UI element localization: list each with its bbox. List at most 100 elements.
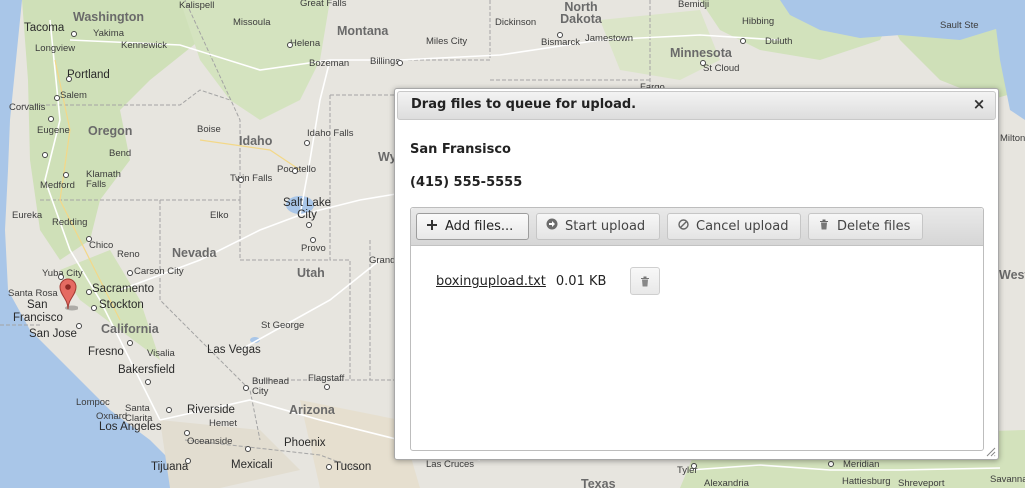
- city-label: Idaho Falls: [307, 128, 354, 139]
- cancel-upload-button[interactable]: Cancel upload: [667, 213, 801, 240]
- city-label: Yakima: [93, 28, 124, 39]
- city-label: Bakersfield: [118, 364, 175, 376]
- city-dot: [166, 407, 172, 413]
- state-label-minnesota: Minnesota: [670, 46, 732, 60]
- city-dot: [700, 60, 706, 66]
- city-label: Jamestown: [585, 33, 634, 44]
- city-dot: [287, 42, 293, 48]
- city-dot: [66, 76, 72, 82]
- city-label: Bullhead City: [252, 376, 289, 397]
- city-label: St Cloud: [703, 63, 740, 74]
- city-label: Milton: [1000, 133, 1025, 144]
- city-dot: [828, 461, 834, 467]
- city-dot: [304, 140, 310, 146]
- city-label: Portland: [67, 69, 110, 81]
- city-dot: [238, 177, 244, 183]
- delete-files-label: Delete files: [837, 219, 911, 234]
- city-dot: [76, 323, 82, 329]
- city-dot: [127, 340, 133, 346]
- city-dot: [71, 31, 77, 37]
- city-label: Twin Falls: [230, 173, 273, 184]
- start-upload-button[interactable]: Start upload: [536, 213, 660, 240]
- state-label-texas: Texas: [581, 477, 616, 491]
- city-label: Medford: [40, 180, 75, 191]
- state-label-west: West: [999, 268, 1025, 282]
- city-label: Tucson: [334, 461, 372, 473]
- state-label-utah: Utah: [297, 266, 325, 280]
- city-label: Billings: [370, 56, 401, 67]
- city-label: Flagstaff: [308, 373, 345, 384]
- city-dot: [185, 458, 191, 464]
- upload-area[interactable]: Add files... Start upload Cancel upload …: [410, 207, 984, 451]
- city-label: Eureka: [12, 210, 43, 221]
- map-pin-icon[interactable]: [58, 277, 78, 311]
- city-dot: [127, 270, 133, 276]
- city-label: Hemet: [209, 418, 237, 429]
- city-label: Chico: [89, 240, 114, 251]
- state-label-california: California: [101, 322, 159, 336]
- city-label: Redding: [52, 217, 88, 228]
- state-label-washington: Washington: [73, 10, 145, 24]
- city-label: Bemidji: [678, 0, 710, 10]
- trash-icon: [817, 214, 831, 239]
- city-label: Duluth: [765, 36, 793, 47]
- city-label: Salt Lake City: [283, 197, 331, 221]
- add-files-label: Add files...: [445, 219, 514, 234]
- city-label: Corvallis: [9, 102, 46, 113]
- delete-files-button[interactable]: Delete files: [808, 213, 923, 240]
- city-label: Klamath Falls: [86, 169, 121, 190]
- city-dot: [54, 95, 60, 101]
- city-label: Bend: [109, 148, 132, 159]
- city-label: Carson City: [134, 266, 184, 277]
- dialog-title: Drag files to queue for upload.: [411, 97, 637, 112]
- city-dot: [48, 116, 54, 122]
- city-label: Phoenix: [284, 437, 326, 449]
- city-dot: [292, 168, 298, 174]
- city-label: Kennewick: [121, 40, 167, 51]
- city-label: Bismarck: [541, 37, 581, 48]
- city-label: Salem: [60, 90, 87, 101]
- city-label: Great Falls: [300, 0, 347, 9]
- city-label: Francisco: [13, 312, 63, 324]
- file-delete-button[interactable]: [630, 267, 660, 295]
- dialog-titlebar[interactable]: Drag files to queue for upload. ×: [397, 91, 996, 120]
- city-label: Sault Ste: [940, 20, 979, 31]
- trash-icon: [641, 276, 649, 287]
- city-label: Visalia: [147, 348, 175, 359]
- city-dot: [326, 464, 332, 470]
- city-label: Boise: [197, 124, 221, 135]
- city-label: Reno: [117, 249, 140, 260]
- city-label: Missoula: [233, 17, 271, 28]
- city-dot: [245, 446, 251, 452]
- city-dot: [86, 236, 92, 242]
- ban-icon: [676, 214, 690, 239]
- city-dot: [740, 38, 746, 44]
- resize-handle-icon[interactable]: [984, 445, 996, 457]
- city-dot: [63, 172, 69, 178]
- city-label: Stockton: [99, 299, 144, 311]
- city-label: Alexandria: [704, 478, 749, 489]
- city-dot: [397, 60, 403, 66]
- add-files-button[interactable]: Add files...: [416, 213, 529, 240]
- location-phone: (415) 555-5555: [410, 175, 523, 190]
- file-name-link[interactable]: boxingupload.txt: [436, 274, 546, 289]
- city-label: Eugene: [37, 125, 70, 136]
- file-size: 0.01 KB: [555, 274, 607, 289]
- city-label: Mexicali: [231, 459, 273, 471]
- city-label: Las Vegas: [207, 344, 261, 356]
- city-label: Savanna: [990, 474, 1025, 485]
- state-label-idaho: Idaho: [239, 134, 273, 148]
- city-dot: [145, 379, 151, 385]
- city-label: Shreveport: [898, 478, 945, 489]
- city-dot: [184, 430, 190, 436]
- location-name: San Fransisco: [410, 142, 511, 157]
- city-label: Miles City: [426, 36, 468, 47]
- city-label: Oxnard: [96, 411, 128, 422]
- city-label: Tijuana: [151, 461, 189, 473]
- city-label: St George: [261, 320, 305, 331]
- city-dot: [243, 385, 249, 391]
- close-icon[interactable]: ×: [971, 95, 987, 113]
- city-dot: [310, 237, 316, 243]
- city-dot: [91, 305, 97, 311]
- state-label-oregon: Oregon: [88, 124, 133, 138]
